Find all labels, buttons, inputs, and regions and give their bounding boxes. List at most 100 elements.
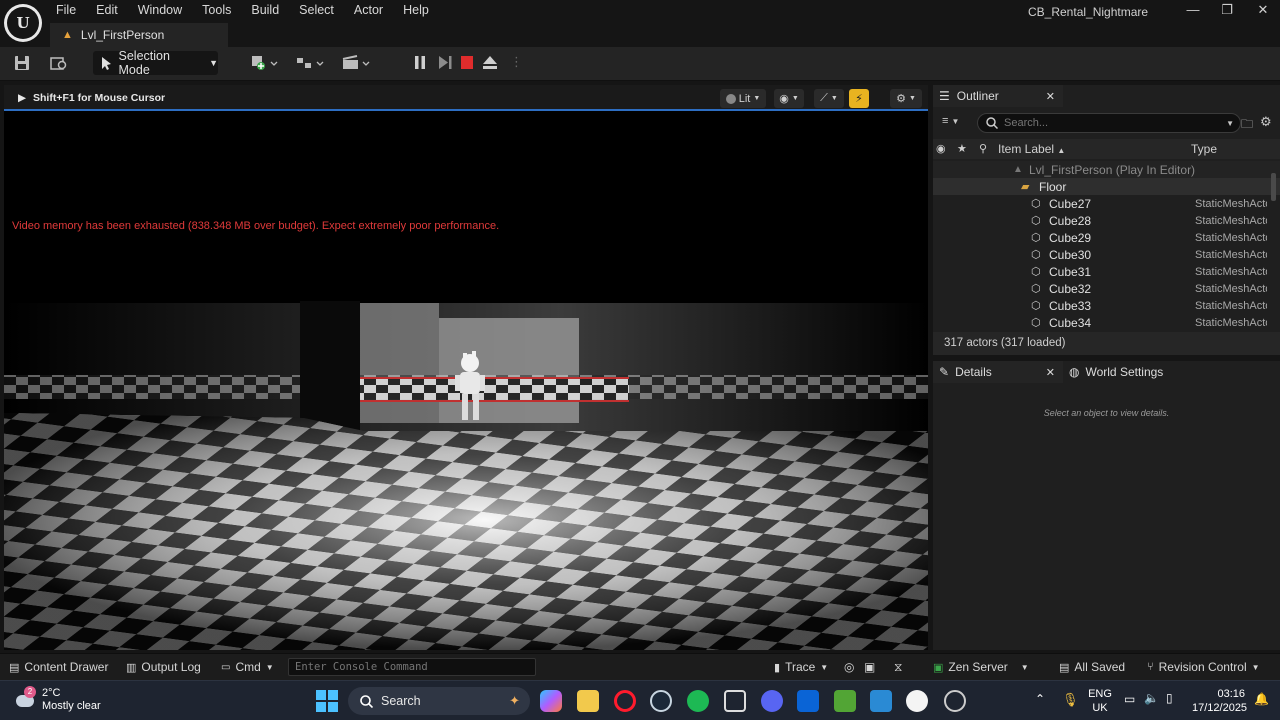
list-item[interactable]: ⬡ Cube33 StaticMeshActor <box>933 297 1280 314</box>
cmd-dropdown[interactable]: ▭ Cmd ▼ <box>221 660 274 674</box>
outliner-scrollbar[interactable] <box>1271 173 1276 201</box>
outlook-icon[interactable] <box>797 690 819 712</box>
pause-button[interactable] <box>413 55 427 71</box>
menu-help[interactable]: Help <box>393 0 439 20</box>
world-settings-tab[interactable]: ◍ World Settings <box>1069 361 1163 383</box>
eject-button[interactable] <box>482 55 498 71</box>
gear-icon[interactable]: ⚙ <box>1260 114 1272 130</box>
list-item[interactable]: ⬡ Cube30 StaticMeshActor <box>933 246 1280 263</box>
type-column[interactable]: Type <box>1191 142 1217 156</box>
menu-select[interactable]: Select <box>289 0 344 20</box>
tree-root-row[interactable]: ▲ Lvl_FirstPerson (Play In Editor) <box>933 161 1280 178</box>
visibility-eye-icon[interactable]: ◉ <box>936 142 946 155</box>
trace-icon: ▮ <box>774 661 781 674</box>
search-highlight-icon: ✦ <box>509 693 520 708</box>
unreal-logo-icon[interactable]: U <box>4 4 42 42</box>
save-status-icon: ▤ <box>1059 661 1070 674</box>
close-tab-icon[interactable]: ✕ <box>1046 366 1055 379</box>
output-log-button[interactable]: ▥ Output Log <box>126 660 201 674</box>
content-drawer-button[interactable]: ▤ Content Drawer <box>9 660 108 674</box>
maximize-button[interactable]: ❐ <box>1212 2 1242 20</box>
details-tab[interactable]: ✎ Details ✕ <box>933 361 1063 383</box>
minecraft-icon[interactable] <box>834 690 856 712</box>
language-indicator[interactable]: ENG UK <box>1088 687 1112 715</box>
windows-start-icon[interactable] <box>316 690 338 712</box>
menu-tools[interactable]: Tools <box>192 0 241 20</box>
view-mode-dropdown[interactable]: Lit ▼ <box>720 89 766 108</box>
level-viewport[interactable]: ▶ Shift+F1 for Mouse Cursor Lit ▼ ◉ ▼ ⟋ … <box>4 85 928 650</box>
network-icon[interactable]: ▭ <box>1124 692 1135 706</box>
star-icon[interactable]: ★ <box>957 142 967 155</box>
show-flags-dropdown[interactable]: ◉ ▼ <box>774 89 804 108</box>
eye-icon: ◉ <box>779 93 789 105</box>
cinematics-icon[interactable] <box>342 55 372 71</box>
copilot-icon[interactable] <box>540 690 562 712</box>
close-tab-icon[interactable]: ✕ <box>1046 90 1055 103</box>
item-label-column[interactable]: Item Label ▲ <box>998 142 1065 156</box>
realtime-toggle[interactable]: ⚡ <box>849 89 869 108</box>
photos-icon[interactable] <box>870 690 892 712</box>
tree-folder-row[interactable]: ▰ Floor <box>933 178 1280 195</box>
selection-mode-dropdown[interactable]: Selection Mode ▼ <box>93 49 218 77</box>
step-frame-button[interactable] <box>437 55 453 71</box>
taskbar-search[interactable]: Search ✦ <box>348 687 530 715</box>
more-options-icon[interactable]: ⋮ <box>510 54 523 70</box>
steam-icon[interactable] <box>650 690 672 712</box>
screenshot-icon[interactable]: ▣ <box>864 660 875 674</box>
new-folder-icon[interactable]: 🗀 <box>1241 115 1253 136</box>
opera-icon[interactable] <box>614 690 636 712</box>
blueprint-icon[interactable] <box>296 55 326 71</box>
zen-server-dropdown[interactable]: ▣ Zen Server ▼ <box>933 660 1029 674</box>
record-trace-icon[interactable]: ◎ <box>844 660 854 674</box>
sort-ascending-icon: ▲ <box>1057 146 1066 155</box>
notification-bell-icon[interactable]: 🔔 <box>1254 692 1269 706</box>
menu-window[interactable]: Window <box>128 0 192 20</box>
menu-build[interactable]: Build <box>241 0 289 20</box>
battery-icon[interactable]: ▯ <box>1166 691 1173 705</box>
list-item[interactable]: ⬡ Cube32 StaticMeshActor <box>933 280 1280 297</box>
save-icon[interactable] <box>14 55 30 71</box>
static-mesh-icon: ⬡ <box>1031 300 1041 312</box>
console-command-input[interactable] <box>288 658 536 676</box>
filter-dropdown[interactable]: ≡ ▼ <box>942 115 959 127</box>
minimize-button[interactable]: — <box>1178 2 1208 20</box>
taskbar-clock[interactable]: 03:16 17/12/2025 <box>1192 687 1247 715</box>
menu-edit[interactable]: Edit <box>86 0 128 20</box>
all-saved-indicator[interactable]: ▤ All Saved <box>1059 660 1125 674</box>
unreal-engine-taskbar-icon[interactable] <box>906 690 928 712</box>
performance-dropdown[interactable]: ⟋ ▼ <box>814 89 844 108</box>
realtime-icon: ⚡ <box>855 93 863 105</box>
list-item[interactable]: ⬡ Cube27 StaticMeshActor <box>933 195 1280 212</box>
close-window-button[interactable]: ✕ <box>1248 2 1278 20</box>
revision-control-dropdown[interactable]: ⑂ Revision Control ▼ <box>1147 660 1260 674</box>
list-item[interactable]: ⬡ Cube34 StaticMeshActor <box>933 314 1280 331</box>
outliner-tab[interactable]: ☰ Outliner ✕ <box>933 85 1063 107</box>
hourglass-icon[interactable]: ⧖ <box>894 660 902 675</box>
weather-widget[interactable]: 2 2°C Mostly clear <box>14 686 101 713</box>
chevron-down-icon: ▼ <box>1020 662 1029 672</box>
add-actor-icon[interactable] <box>250 55 280 71</box>
level-tab[interactable]: ▲ Lvl_FirstPerson <box>50 23 228 47</box>
menu-file[interactable]: File <box>46 0 86 20</box>
outliner-search-input[interactable] <box>1004 117 1204 129</box>
stop-button[interactable] <box>460 55 474 71</box>
file-explorer-icon[interactable] <box>577 690 599 712</box>
details-pencil-icon: ✎ <box>939 365 950 379</box>
list-item[interactable]: ⬡ Cube31 StaticMeshActor <box>933 263 1280 280</box>
outliner-search[interactable]: ▼ <box>977 113 1241 133</box>
calculator-icon[interactable] <box>724 690 746 712</box>
menu-actor[interactable]: Actor <box>344 0 393 20</box>
media-player-icon[interactable] <box>944 690 966 712</box>
discord-icon[interactable] <box>761 690 783 712</box>
chevron-up-icon[interactable]: ⌃ <box>1035 692 1045 706</box>
viewport-settings-dropdown[interactable]: ⚙ ▼ <box>890 89 922 108</box>
pin-icon[interactable]: ⚲ <box>979 142 987 155</box>
list-item[interactable]: ⬡ Cube29 StaticMeshActor <box>933 229 1280 246</box>
trace-dropdown[interactable]: ▮ Trace ▼ <box>774 660 828 674</box>
spotify-icon[interactable] <box>687 690 709 712</box>
volume-icon[interactable]: 🔈 <box>1144 691 1159 705</box>
list-item[interactable]: ⬡ Cube28 StaticMeshActor <box>933 212 1280 229</box>
gear-icon: ⚙ <box>896 93 906 105</box>
microphone-icon[interactable]: 🎙 <box>1062 692 1079 708</box>
browse-icon[interactable] <box>50 55 68 71</box>
